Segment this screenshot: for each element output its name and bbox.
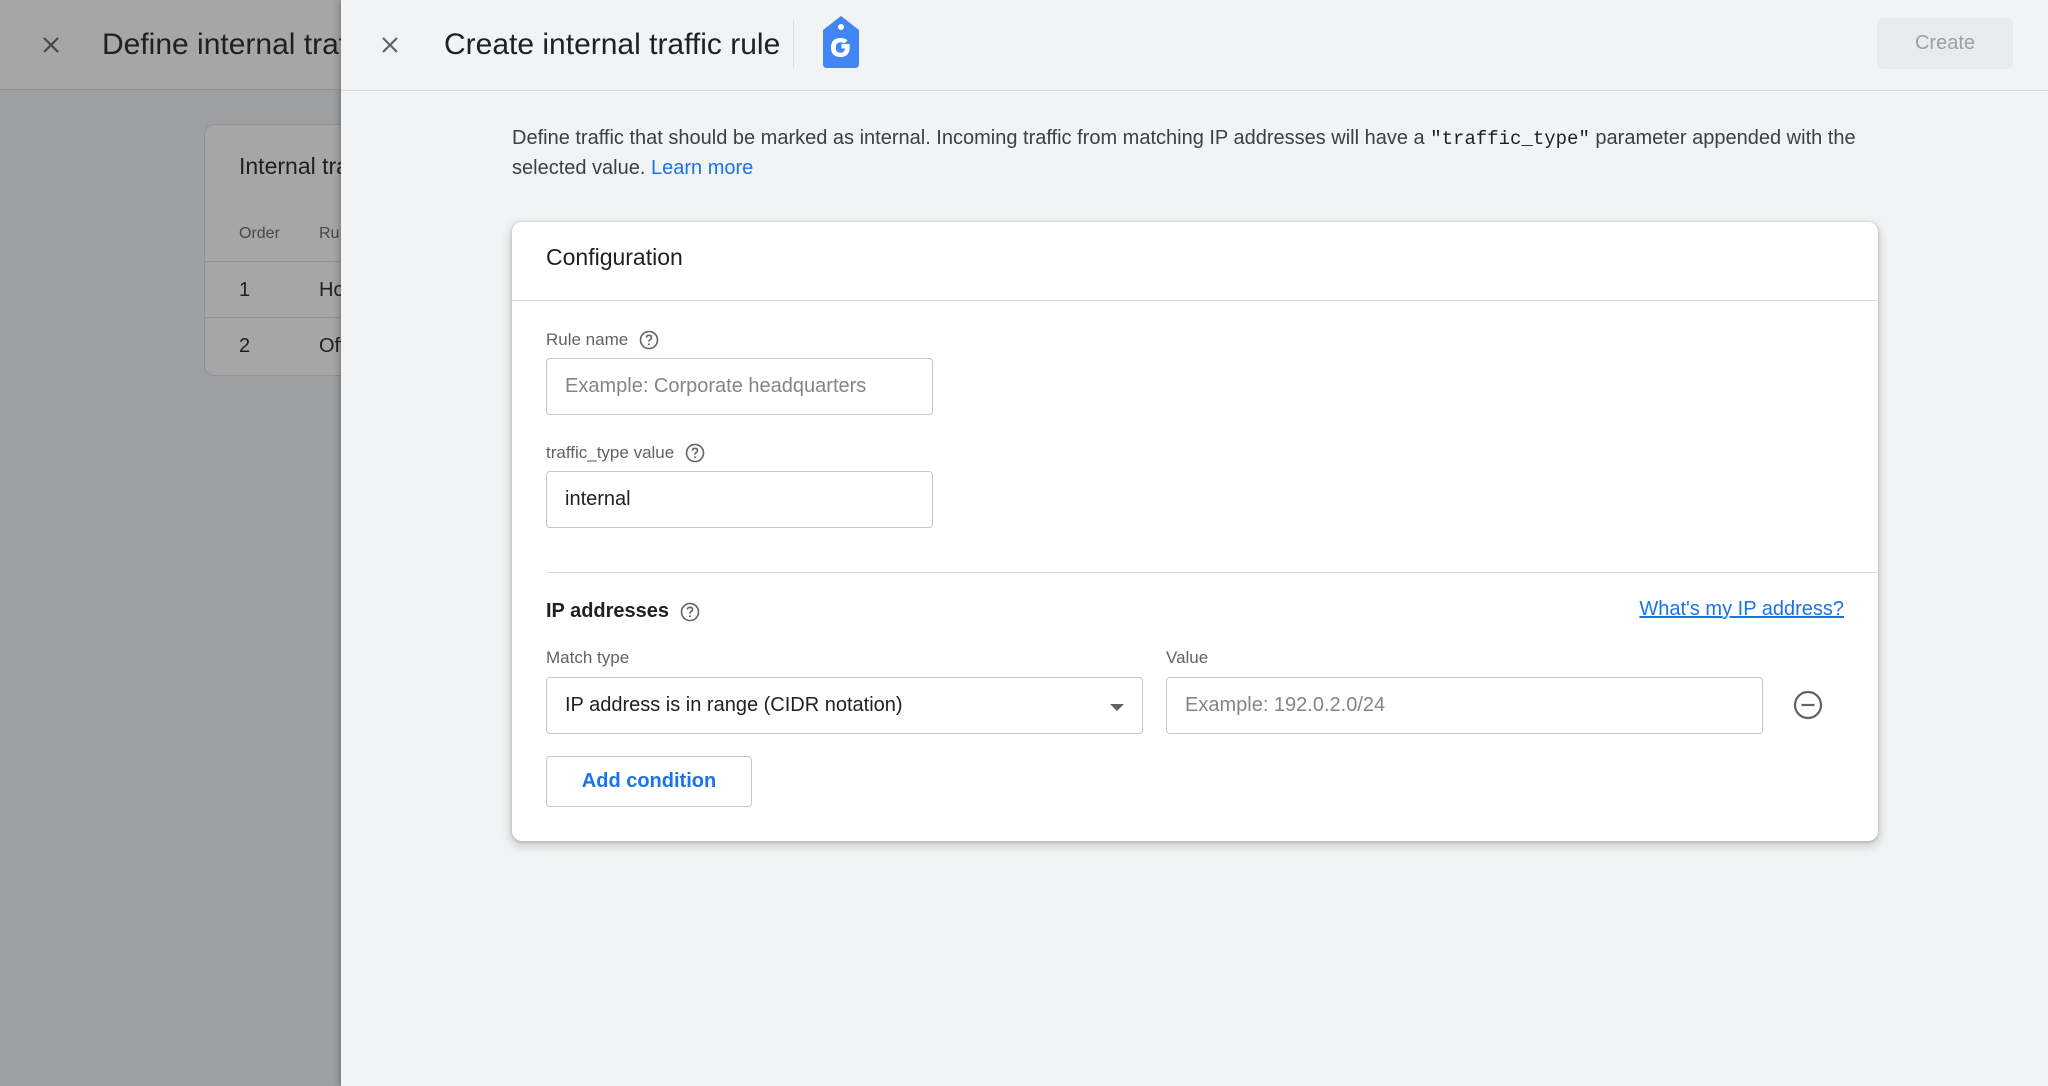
traffic-type-label: traffic_type value — [546, 442, 706, 464]
whats-my-ip-link[interactable]: What's my IP address? — [1639, 598, 1844, 621]
value-label: Value — [1166, 648, 1209, 667]
header-divider — [793, 20, 794, 68]
page-title: Create internal traffic rule — [444, 28, 781, 61]
intro-description: Define traffic that should be marked as … — [512, 124, 1932, 183]
traffic-type-label-text: traffic_type value — [546, 443, 675, 462]
match-type-select[interactable]: IP address is in range (CIDR notation) — [546, 677, 1143, 734]
dropdown-arrow-icon — [1110, 704, 1124, 711]
card-divider — [512, 300, 1878, 301]
create-button[interactable]: Create — [1877, 18, 2013, 69]
ip-value-input[interactable] — [1166, 677, 1763, 734]
ip-addresses-heading: IP addresses — [546, 600, 701, 623]
help-icon[interactable] — [679, 601, 701, 623]
ip-addresses-title: IP addresses — [546, 600, 670, 622]
help-icon[interactable] — [638, 329, 660, 351]
rule-name-label: Rule name — [546, 329, 660, 351]
add-condition-button[interactable]: Add condition — [546, 756, 752, 807]
learn-more-link[interactable]: Learn more — [651, 157, 753, 179]
match-type-selected: IP address is in range (CIDR notation) — [565, 694, 903, 716]
rule-name-input[interactable] — [546, 358, 933, 415]
create-rule-drawer: Create internal traffic rule Create Defi… — [341, 0, 2048, 1086]
traffic-type-input[interactable] — [546, 471, 933, 528]
google-tag-icon — [819, 14, 863, 70]
match-type-label: Match type — [546, 648, 630, 667]
remove-condition-icon[interactable] — [1790, 687, 1826, 723]
traffic-type-code: "traffic_type" — [1430, 128, 1590, 150]
card-title: Configuration — [546, 244, 683, 270]
section-divider — [546, 572, 1878, 573]
configuration-card: Configuration Rule name traffic_type val… — [512, 222, 1878, 841]
rule-name-label-text: Rule name — [546, 330, 629, 349]
intro-text: Define traffic that should be marked as … — [512, 127, 1431, 149]
drawer-header: Create internal traffic rule Create — [341, 0, 2048, 91]
close-icon[interactable] — [373, 28, 407, 62]
help-icon[interactable] — [684, 442, 706, 464]
